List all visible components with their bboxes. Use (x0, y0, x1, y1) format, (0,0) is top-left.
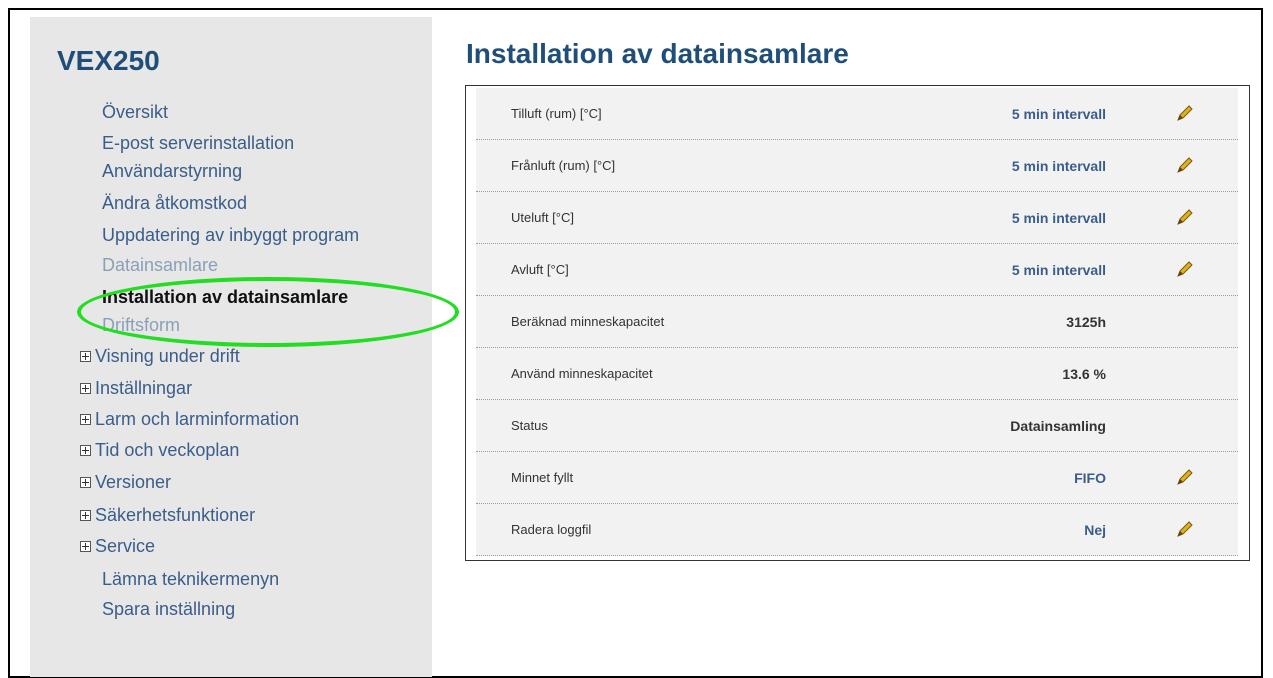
sidebar-item-sakerhetsfunktioner[interactable]: Säkerhetsfunktioner (80, 504, 255, 526)
table-row: Använd minneskapacitet 13.6 % (476, 348, 1238, 400)
sidebar-item-installation-datainsamlare[interactable]: Installation av datainsamlare (102, 286, 348, 308)
sidebar-item-label: Service (95, 536, 156, 556)
sidebar-item-label: Inställningar (95, 378, 193, 398)
table-row: Minnet fyllt FIFO (476, 452, 1238, 504)
sidebar-item-installningar[interactable]: Inställningar (80, 377, 192, 399)
row-value-link[interactable]: FIFO (1074, 452, 1106, 504)
row-label: Status (511, 418, 548, 433)
sidebar-item-label: Visning under drift (95, 346, 240, 366)
row-value: 3125h (1066, 314, 1106, 330)
expand-icon[interactable] (80, 510, 91, 521)
pencil-icon[interactable] (1174, 518, 1196, 540)
sidebar-item-service[interactable]: Service (80, 535, 155, 557)
sidebar-item-oversikt[interactable]: Översikt (102, 101, 168, 123)
sidebar-item-anvandarstyrning[interactable]: Användarstyrning (102, 160, 242, 182)
pencil-icon[interactable] (1174, 154, 1196, 176)
expand-icon[interactable] (80, 414, 91, 425)
sidebar-item-datainsamlare[interactable]: Datainsamlare (102, 254, 218, 276)
expand-icon[interactable] (80, 445, 91, 456)
expand-icon[interactable] (80, 541, 91, 552)
table-row: Avluft [°C] 5 min intervall (476, 244, 1238, 296)
table-row: Radera loggfil Nej (476, 504, 1238, 556)
sidebar-item-epost-serverinstallation[interactable]: E-post serverinstallation (102, 132, 294, 154)
page-title: Installation av datainsamlare (466, 38, 849, 69)
sidebar-item-spara-installning[interactable]: Spara inställning (102, 598, 235, 620)
row-value-link[interactable]: 5 min intervall (1012, 244, 1106, 296)
sidebar-item-label: Larm och larminformation (95, 409, 300, 429)
sidebar-item-uppdatering[interactable]: Uppdatering av inbyggt program (102, 224, 359, 246)
table-row: Frånluft (rum) [°C] 5 min intervall (476, 140, 1238, 192)
sidebar-item-label: Tid och veckoplan (95, 440, 240, 460)
row-label: Uteluft [°C] (511, 210, 574, 225)
sidebar-item-lamna-teknikermenyn[interactable]: Lämna teknikermenyn (102, 568, 279, 590)
row-value-link[interactable]: Nej (1084, 504, 1106, 556)
row-label: Frånluft (rum) [°C] (511, 158, 616, 173)
row-value-link[interactable]: 5 min intervall (1012, 88, 1106, 140)
expand-icon[interactable] (80, 477, 91, 488)
sidebar-item-larm[interactable]: Larm och larminformation (80, 408, 299, 430)
sidebar-item-tid-och-veckoplan[interactable]: Tid och veckoplan (80, 439, 239, 461)
app-title: VEX250 (57, 45, 160, 76)
row-label: Tilluft (rum) [°C] (511, 106, 602, 121)
table-row: Status Datainsamling (476, 400, 1238, 452)
row-value-link[interactable]: 5 min intervall (1012, 192, 1106, 244)
row-value: 13.6 % (1062, 366, 1106, 382)
sidebar: VEX250 Översikt E-post serverinstallatio… (30, 17, 432, 677)
row-value-link[interactable]: 5 min intervall (1012, 140, 1106, 192)
sidebar-item-driftsform[interactable]: Driftsform (102, 314, 180, 336)
sidebar-item-label: Säkerhetsfunktioner (95, 505, 256, 525)
pencil-icon[interactable] (1174, 102, 1196, 124)
row-label: Minnet fyllt (511, 470, 574, 485)
table-row: Tilluft (rum) [°C] 5 min intervall (476, 88, 1238, 140)
pencil-icon[interactable] (1174, 206, 1196, 228)
pencil-icon[interactable] (1174, 258, 1196, 280)
sidebar-item-versioner[interactable]: Versioner (80, 471, 171, 493)
pencil-icon[interactable] (1174, 466, 1196, 488)
sidebar-item-andra-atkomstkod[interactable]: Ändra åtkomstkod (102, 192, 247, 214)
row-label: Avluft [°C] (511, 262, 569, 277)
table-row: Beräknad minneskapacitet 3125h (476, 296, 1238, 348)
sidebar-item-visning-under-drift[interactable]: Visning under drift (80, 345, 240, 367)
row-value: Datainsamling (1010, 418, 1106, 434)
table-row: Uteluft [°C] 5 min intervall (476, 192, 1238, 244)
settings-table: Tilluft (rum) [°C] 5 min intervall Frånl… (465, 85, 1250, 561)
sidebar-item-label: Versioner (95, 472, 172, 492)
expand-icon[interactable] (80, 351, 91, 362)
row-label: Radera loggfil (511, 522, 592, 537)
row-label: Använd minneskapacitet (511, 366, 653, 381)
expand-icon[interactable] (80, 383, 91, 394)
row-label: Beräknad minneskapacitet (511, 314, 665, 329)
